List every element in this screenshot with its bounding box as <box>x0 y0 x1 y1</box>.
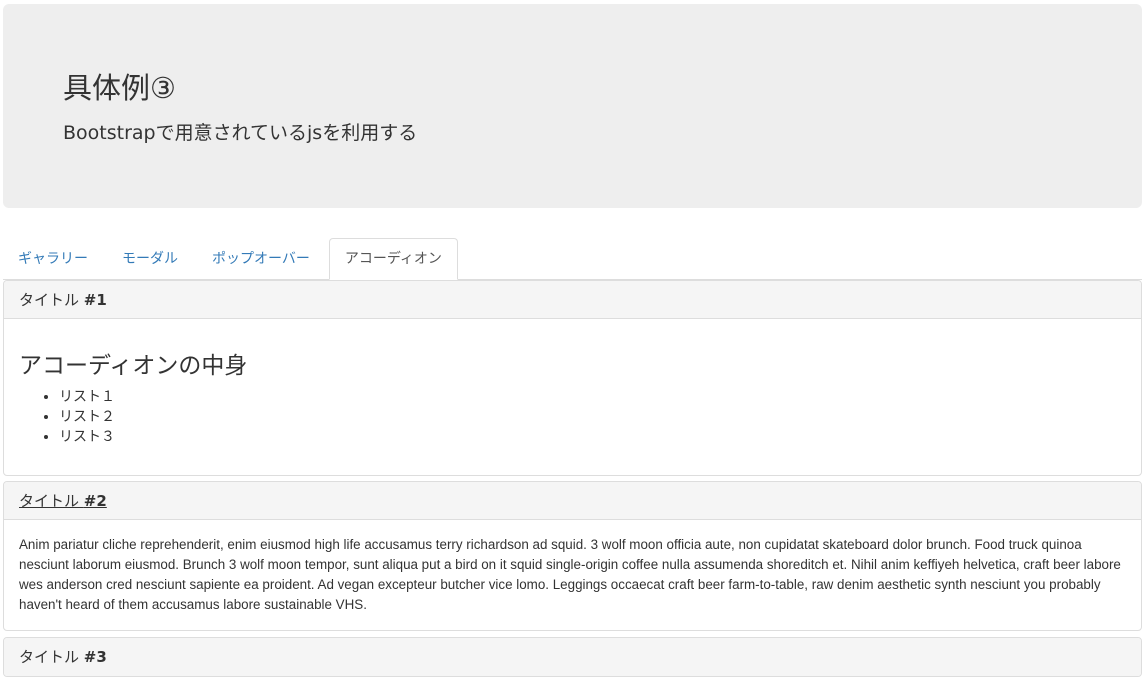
tab-bar: ギャラリー モーダル ポップオーバー アコーディオン <box>3 238 1142 280</box>
accordion-panel-2-header[interactable]: タイトル #2 <box>4 482 1141 520</box>
panel-title-number: #2 <box>83 492 107 510</box>
tab-accordion[interactable]: アコーディオン <box>328 238 458 280</box>
page-subtitle: Bootstrapで用意されているjsを利用する <box>63 122 418 144</box>
accordion-panel-2-body: Anim pariatur cliche reprehenderit, enim… <box>4 520 1141 615</box>
accordion-panel-2: タイトル #2 Anim pariatur cliche reprehender… <box>3 481 1142 631</box>
panel-title-number: #1 <box>83 291 107 309</box>
panel-title-text: タイトル <box>19 648 84 666</box>
accordion-panel-1-header[interactable]: タイトル #1 <box>4 281 1141 319</box>
panel-title-text: タイトル <box>19 291 84 309</box>
accordion-panel-1-body: アコーディオンの中身 リスト１ リスト２ リスト３ <box>4 351 1141 447</box>
accordion-panel-1: タイトル #1 アコーディオンの中身 リスト１ リスト２ リスト３ <box>3 280 1142 476</box>
accordion-panel-3: タイトル #3 <box>3 637 1142 677</box>
accordion-panel-3-header[interactable]: タイトル #3 <box>4 638 1141 676</box>
list-item: リスト２ <box>59 407 1126 427</box>
accordion-content-list: リスト１ リスト２ リスト３ <box>19 387 1126 447</box>
panel-title-text: タイトル <box>19 492 84 510</box>
tab-gallery[interactable]: ギャラリー <box>3 239 103 280</box>
tab-popover[interactable]: ポップオーバー <box>197 239 325 280</box>
page-title: 具体例③ <box>63 71 176 105</box>
list-item: リスト１ <box>59 387 1126 407</box>
panel-body-text: Anim pariatur cliche reprehenderit, enim… <box>19 537 1121 612</box>
accordion-content-heading: アコーディオンの中身 <box>19 353 248 379</box>
tab-modal[interactable]: モーダル <box>107 239 193 280</box>
list-item: リスト３ <box>59 427 1126 447</box>
jumbotron: 具体例③ Bootstrapで用意されているjsを利用する <box>3 4 1142 208</box>
panel-title-number: #3 <box>83 648 107 666</box>
